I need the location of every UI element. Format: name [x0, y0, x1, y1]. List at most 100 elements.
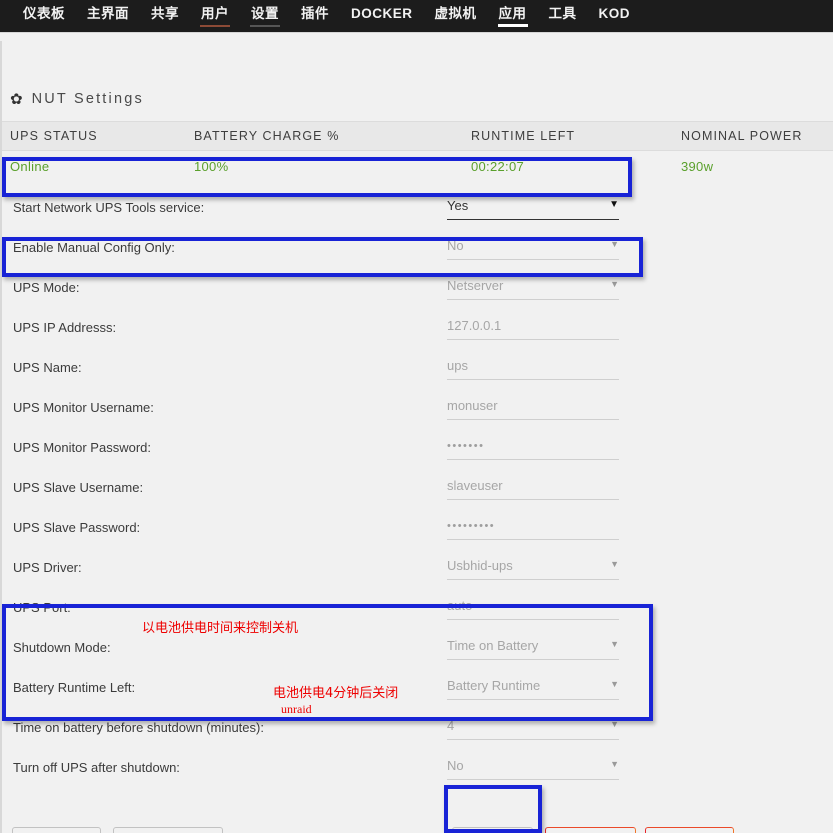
select-shutdown-mode[interactable]: Time on Battery ▼ [447, 634, 619, 660]
nav-active-underline [200, 24, 230, 27]
nut-settings-form: Start Network UPS Tools service: Yes ▼ E… [0, 187, 833, 787]
field-label: UPS Monitor Password: [13, 439, 151, 455]
page-title-text: NUT Settings [31, 91, 144, 107]
nav-item-docker[interactable]: DOCKER [340, 0, 424, 22]
form-row-monitor-username: UPS Monitor Username: monuser [0, 387, 833, 427]
form-row-shutdown-mode: Shutdown Mode: Time on Battery ▼ [0, 627, 833, 667]
select-battery-runtime-left[interactable]: Battery Runtime ▼ [447, 674, 619, 700]
top-navigation-bar: 仪表板 主界面 共享 用户 设置 插件 DOCKER 虚拟机 应用 工具 KOD [0, 0, 833, 32]
done-button[interactable]: DONE [545, 827, 636, 833]
annotation-shutdown-mode: 以电池供电时间来控制关机 [142, 621, 299, 636]
field-label: UPS Mode: [13, 279, 80, 295]
field-label: UPS Slave Password: [13, 519, 141, 535]
input-slave-username[interactable]: slaveuser [447, 474, 619, 500]
reset-button[interactable]: RESET [645, 827, 734, 833]
apply-button[interactable]: APPLY [452, 827, 533, 833]
column-header-runtime-left: RUNTIME LEFT [471, 129, 576, 143]
page-title: ✿ NUT Settings [10, 90, 144, 108]
form-row-start-service: Start Network UPS Tools service: Yes ▼ [0, 187, 833, 227]
nav-item-main[interactable]: 主界面 [76, 0, 140, 22]
nav-item-label: 设置 [251, 6, 279, 21]
nav-item-label: 用户 [201, 6, 229, 21]
field-label: Shutdown Mode: [13, 639, 111, 655]
nav-item-label: 共享 [151, 6, 179, 21]
select-value: Time on Battery [447, 638, 539, 653]
value-runtime-left: 00:22:07 [471, 158, 525, 174]
column-header-nominal-power: NOMINAL POWER [681, 129, 803, 143]
select-value: No [447, 238, 464, 253]
input-monitor-password[interactable]: ••••••• [447, 434, 619, 460]
nav-item-kod[interactable]: KOD [588, 0, 642, 22]
annotation-unraid: unraid [281, 702, 312, 716]
input-value: ups [447, 358, 468, 373]
value-nominal-power: 390w [681, 158, 714, 174]
nav-item-tools[interactable]: 工具 [538, 0, 588, 22]
nav-active-underline [497, 24, 528, 27]
field-label: Battery Runtime Left: [13, 679, 136, 695]
select-value: Yes [447, 198, 469, 213]
field-label: UPS Name: [13, 359, 82, 375]
nav-item-plugins[interactable]: 插件 [290, 0, 340, 22]
nav-item-settings[interactable]: 设置 [240, 0, 290, 27]
nav-item-label: 插件 [301, 6, 329, 21]
select-value: Netserver [447, 278, 504, 293]
select-value: No [447, 758, 464, 773]
ups-status-table-row: Online 100% 00:22:07 390w [2, 152, 833, 180]
form-row-slave-username: UPS Slave Username: slaveuser [0, 467, 833, 507]
input-value: 127.0.0.1 [447, 318, 502, 333]
autodetect-button[interactable]: AUTODETECT [113, 827, 223, 833]
select-start-service[interactable]: Yes ▼ [447, 194, 619, 220]
select-ups-driver[interactable]: Usbhid-ups ▼ [447, 554, 619, 580]
field-label: UPS Slave Username: [13, 479, 144, 495]
field-label: UPS Port: [13, 599, 71, 615]
input-monitor-username[interactable]: monuser [447, 394, 619, 420]
input-ups-port[interactable]: auto [447, 594, 619, 620]
input-ups-name[interactable]: ups [447, 354, 619, 380]
form-row-ups-mode: UPS Mode: Netserver ▼ [0, 267, 833, 307]
form-row-ups-name: UPS Name: ups [0, 347, 833, 387]
nav-item-apps[interactable]: 应用 [488, 0, 538, 27]
input-value: monuser [447, 398, 498, 413]
select-value: Usbhid-ups [447, 558, 513, 573]
input-ups-ip[interactable]: 127.0.0.1 [447, 314, 619, 340]
nav-item-label: 应用 [498, 6, 527, 21]
annotation-time-on-battery: 电池供电4分钟后关闭 [273, 686, 399, 701]
nav-item-label: 工具 [548, 6, 577, 21]
nav-item-label: KOD [598, 6, 631, 21]
app-root: 仪表板 主界面 共享 用户 设置 插件 DOCKER 虚拟机 应用 工具 KOD… [0, 0, 833, 833]
input-value: auto [447, 598, 473, 613]
select-ups-mode[interactable]: Netserver ▼ [447, 274, 619, 300]
input-value: slaveuser [447, 478, 503, 493]
form-row-ups-driver: UPS Driver: Usbhid-ups ▼ [0, 547, 833, 587]
nav-item-shares[interactable]: 共享 [140, 0, 190, 22]
form-row-turn-off-ups: Turn off UPS after shutdown: No ▼ [0, 747, 833, 787]
nav-item-users[interactable]: 用户 [190, 0, 240, 27]
input-value: ••••••• [447, 439, 485, 452]
select-time-on-battery[interactable]: 4 ▼ [447, 714, 619, 740]
chevron-down-icon: ▼ [609, 198, 619, 210]
chevron-down-icon: ▼ [610, 639, 619, 649]
form-row-manual-config: Enable Manual Config Only: No ▼ [0, 227, 833, 267]
content-top-divider [0, 32, 833, 41]
input-slave-password[interactable]: ••••••••• [447, 514, 619, 540]
form-row-time-on-battery: Time on battery before shutdown (minutes… [0, 707, 833, 747]
field-label: Start Network UPS Tools service: [13, 199, 205, 215]
nav-active-underline [250, 24, 280, 27]
chevron-down-icon: ▼ [610, 719, 619, 729]
form-row-slave-password: UPS Slave Password: ••••••••• [0, 507, 833, 547]
field-label: Enable Manual Config Only: [13, 239, 175, 255]
chevron-down-icon: ▼ [610, 559, 619, 569]
nav-item-vms[interactable]: 虚拟机 [424, 0, 488, 22]
form-row-battery-runtime-left: Battery Runtime Left: Battery Runtime ▼ [0, 667, 833, 707]
select-turn-off-ups[interactable]: No ▼ [447, 754, 619, 780]
gear-icon: ✿ [10, 91, 23, 108]
ups-status-table-header: UPS STATUS BATTERY CHARGE % RUNTIME LEFT… [2, 121, 833, 151]
nav-item-dashboard[interactable]: 仪表板 [12, 0, 76, 22]
default-button[interactable]: DEFAULT [12, 827, 101, 833]
column-header-battery-charge: BATTERY CHARGE % [194, 129, 340, 143]
value-battery-charge: 100% [194, 158, 229, 174]
chevron-down-icon: ▼ [610, 679, 619, 689]
select-manual-config[interactable]: No ▼ [447, 234, 619, 260]
chevron-down-icon: ▼ [610, 279, 619, 289]
field-label: Time on battery before shutdown (minutes… [13, 719, 264, 735]
